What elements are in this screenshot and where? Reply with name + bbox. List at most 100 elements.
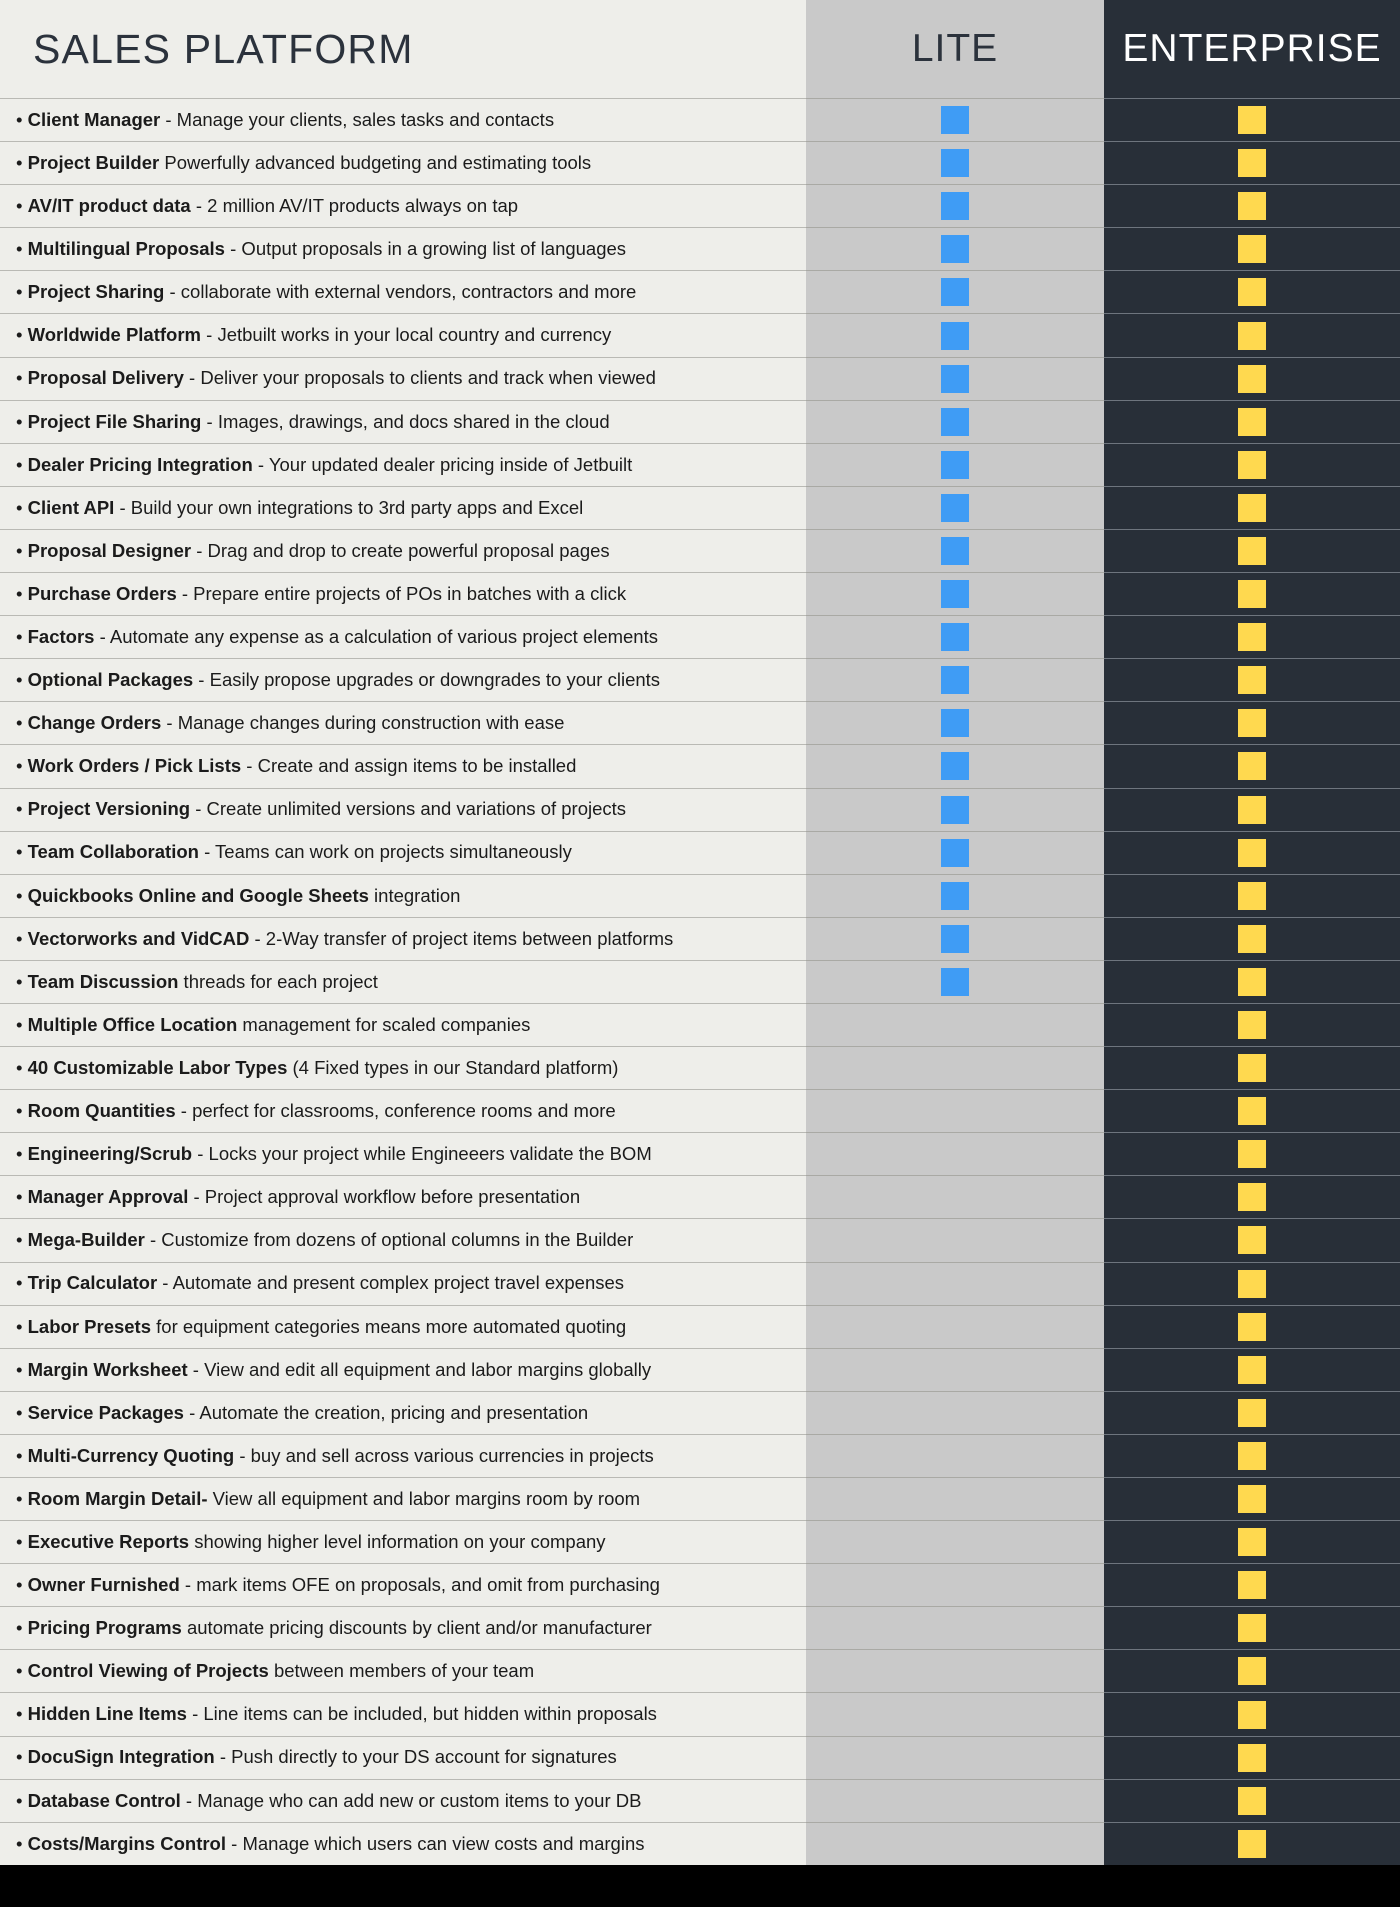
feature-name: Executive Reports bbox=[27, 1530, 190, 1552]
feature-cell: • Project Sharing - collaborate with ext… bbox=[0, 270, 806, 314]
feature-description: - Locks your project while Engineeers va… bbox=[192, 1143, 652, 1165]
feature-cell: • Multiple Office Location management fo… bbox=[0, 1002, 806, 1047]
table-row: • Quickbooks Online and Google Sheets in… bbox=[0, 873, 1400, 917]
table-row: • Vectorworks and VidCAD - 2-Way transfe… bbox=[0, 916, 1400, 960]
lite-cell bbox=[806, 1692, 1104, 1736]
lite-excluded-placeholder bbox=[941, 1097, 969, 1125]
lite-excluded-placeholder bbox=[941, 1356, 969, 1384]
feature-cell: • Multilingual Proposals - Output propos… bbox=[0, 227, 806, 271]
feature-label: • Team Collaboration - Teams can work on… bbox=[16, 842, 572, 862]
feature-label: • Room Margin Detail- View all equipment… bbox=[16, 1488, 640, 1509]
feature-cell: • Optional Packages - Easily propose upg… bbox=[0, 658, 806, 702]
lite-cell bbox=[806, 528, 1104, 573]
feature-cell: • Control Viewing of Projects between me… bbox=[0, 1649, 806, 1693]
feature-description: - Customize from dozens of optional colu… bbox=[144, 1229, 634, 1251]
lite-included-icon bbox=[941, 795, 969, 824]
feature-name: Proposal Designer bbox=[27, 539, 192, 561]
table-row: • Purchase Orders - Prepare entire proje… bbox=[0, 572, 1400, 616]
enterprise-included-icon bbox=[1238, 752, 1266, 781]
enterprise-cell bbox=[1104, 270, 1400, 314]
feature-label: • Dealer Pricing Integration - Your upda… bbox=[16, 454, 632, 475]
table-row: • Database Control - Manage who can add … bbox=[0, 1778, 1400, 1822]
feature-description: - Line items can be included, but hidden… bbox=[186, 1703, 657, 1725]
table-row: • Project Versioning - Create unlimited … bbox=[0, 787, 1400, 831]
lite-cell bbox=[806, 1563, 1104, 1607]
table-row: • 40 Customizable Labor Types (4 Fixed t… bbox=[0, 1046, 1400, 1090]
feature-name: Engineering/Scrub bbox=[27, 1143, 193, 1165]
table-row: • Team Collaboration - Teams can work on… bbox=[0, 830, 1400, 874]
enterprise-cell bbox=[1104, 1175, 1400, 1219]
enterprise-cell bbox=[1104, 442, 1400, 486]
table-row: • Service Packages - Automate the creati… bbox=[0, 1390, 1400, 1434]
enterprise-cell bbox=[1104, 1735, 1400, 1779]
feature-cell: • Owner Furnished - mark items OFE on pr… bbox=[0, 1563, 806, 1607]
lite-excluded-placeholder bbox=[941, 1399, 969, 1427]
lite-cell bbox=[806, 873, 1104, 917]
bullet-icon: • bbox=[16, 798, 23, 820]
feature-cell: • 40 Customizable Labor Types (4 Fixed t… bbox=[0, 1046, 806, 1090]
feature-name: Vectorworks and VidCAD bbox=[27, 927, 250, 949]
feature-description: - Drag and drop to create powerful propo… bbox=[191, 539, 610, 561]
enterprise-cell bbox=[1104, 1218, 1400, 1262]
bullet-icon: • bbox=[16, 712, 23, 734]
feature-name: Owner Furnished bbox=[27, 1574, 180, 1596]
feature-description: showing higher level information on your… bbox=[189, 1530, 606, 1552]
feature-label: • Pricing Programs automate pricing disc… bbox=[16, 1617, 652, 1638]
feature-label: • Control Viewing of Projects between me… bbox=[16, 1661, 534, 1681]
feature-label: • Purchase Orders - Prepare entire proje… bbox=[16, 583, 626, 604]
lite-cell bbox=[806, 1089, 1104, 1133]
feature-cell: • Labor Presets for equipment categories… bbox=[0, 1304, 806, 1348]
enterprise-cell bbox=[1104, 916, 1400, 960]
feature-description: - Build your own integrations to 3rd par… bbox=[114, 496, 584, 518]
lite-included-icon bbox=[941, 752, 969, 781]
enterprise-cell bbox=[1104, 313, 1400, 357]
feature-name: Client API bbox=[27, 496, 115, 518]
bullet-icon: • bbox=[16, 669, 23, 691]
enterprise-cell bbox=[1104, 184, 1400, 228]
table-row: • AV/IT product data - 2 million AV/IT p… bbox=[0, 184, 1400, 228]
table-row: • Labor Presets for equipment categories… bbox=[0, 1304, 1400, 1348]
bullet-icon: • bbox=[16, 626, 23, 647]
lite-excluded-placeholder bbox=[941, 1054, 969, 1082]
feature-cell: • Proposal Designer - Drag and drop to c… bbox=[0, 528, 806, 573]
feature-name: 40 Customizable Labor Types bbox=[27, 1056, 288, 1078]
bullet-icon: • bbox=[16, 1401, 23, 1423]
enterprise-cell bbox=[1104, 1821, 1400, 1865]
feature-cell: • AV/IT product data - 2 million AV/IT p… bbox=[0, 184, 806, 228]
enterprise-cell bbox=[1104, 959, 1400, 1003]
table-row: • Multilingual Proposals - Output propos… bbox=[0, 227, 1400, 271]
lite-cell bbox=[806, 1002, 1104, 1047]
lite-cell bbox=[806, 227, 1104, 271]
table-row: • Dealer Pricing Integration - Your upda… bbox=[0, 442, 1400, 486]
enterprise-included-icon bbox=[1238, 709, 1266, 738]
enterprise-included-icon bbox=[1238, 881, 1266, 910]
lite-cell bbox=[806, 959, 1104, 1003]
feature-cell: • DocuSign Integration - Push directly t… bbox=[0, 1735, 806, 1779]
feature-label: • Project Versioning - Create unlimited … bbox=[16, 799, 626, 819]
feature-description: integration bbox=[368, 884, 461, 906]
enterprise-cell bbox=[1104, 1046, 1400, 1090]
feature-label: • Hidden Line Items - Line items can be … bbox=[16, 1704, 657, 1724]
feature-name: Quickbooks Online and Google Sheets bbox=[27, 884, 369, 906]
enterprise-included-icon bbox=[1238, 106, 1266, 135]
enterprise-included-icon bbox=[1238, 1786, 1266, 1815]
lite-cell bbox=[806, 615, 1104, 659]
feature-cell: • Mega-Builder - Customize from dozens o… bbox=[0, 1218, 806, 1262]
table-row: • Margin Worksheet - View and edit all e… bbox=[0, 1347, 1400, 1391]
lite-cell bbox=[806, 1218, 1104, 1262]
lite-excluded-placeholder bbox=[941, 1787, 969, 1815]
lite-cell bbox=[806, 1261, 1104, 1305]
feature-name: Service Packages bbox=[27, 1401, 184, 1423]
feature-description: - Deliver your proposals to clients and … bbox=[183, 367, 656, 389]
feature-cell: • Margin Worksheet - View and edit all e… bbox=[0, 1347, 806, 1391]
feature-description: - 2-Way transfer of project items betwee… bbox=[249, 927, 674, 949]
feature-cell: • Pricing Programs automate pricing disc… bbox=[0, 1606, 806, 1650]
table-row: • Room Quantities - perfect for classroo… bbox=[0, 1089, 1400, 1133]
table-row: • Worldwide Platform - Jetbuilt works in… bbox=[0, 313, 1400, 357]
lite-column-header: LITE bbox=[806, 0, 1104, 98]
feature-name: Multi-Currency Quoting bbox=[27, 1444, 235, 1466]
feature-cell: • Engineering/Scrub - Locks your project… bbox=[0, 1132, 806, 1176]
feature-label: • Service Packages - Automate the creati… bbox=[16, 1401, 588, 1423]
feature-name: Factors bbox=[27, 626, 95, 647]
feature-name: Change Orders bbox=[27, 712, 162, 734]
